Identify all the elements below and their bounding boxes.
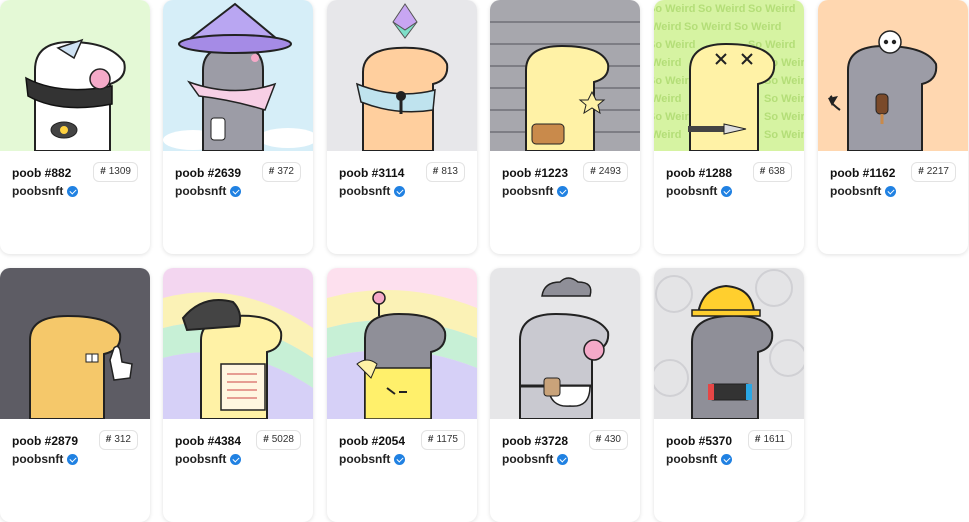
rarity-rank-badge: #5028 <box>256 430 301 450</box>
creator-link[interactable]: poobsnft <box>666 452 733 466</box>
rarity-rank-badge: #312 <box>98 430 138 450</box>
rarity-rank-badge: #638 <box>752 162 792 182</box>
nft-card[interactable]: poob #4384 #5028 poobsnft <box>163 268 313 522</box>
nft-image[interactable] <box>0 268 150 419</box>
nft-image[interactable] <box>818 0 968 151</box>
svg-text:So Weird: So Weird <box>654 39 695 51</box>
nft-image[interactable]: So Weird So Weird So Weird So Weird So W… <box>654 0 804 151</box>
nft-name: poob #1162 <box>830 166 896 180</box>
nft-name: poob #882 <box>12 166 72 180</box>
rarity-rank-badge: #1611 <box>747 430 792 450</box>
nft-card[interactable]: poob #2054 #1175 poobsnft <box>327 268 477 522</box>
nft-image[interactable] <box>327 268 477 419</box>
creator-link[interactable]: poobsnft <box>175 184 242 198</box>
verified-badge-icon <box>557 185 569 197</box>
nft-image[interactable] <box>490 268 640 419</box>
rarity-rank-badge: #1175 <box>420 430 465 450</box>
rarity-rank-badge: #372 <box>261 162 301 182</box>
verified-badge-icon <box>721 185 733 197</box>
nft-image[interactable] <box>654 268 804 419</box>
creator-link[interactable]: poobsnft <box>666 184 733 198</box>
nft-name: poob #1288 <box>666 166 733 180</box>
nft-name: poob #2879 <box>12 434 79 448</box>
verified-badge-icon <box>394 185 406 197</box>
nft-card[interactable]: poob #3728 #430 poobsnft <box>490 268 640 522</box>
rarity-rank-badge: #430 <box>588 430 628 450</box>
creator-link[interactable]: poobsnft <box>12 184 79 198</box>
verified-badge-icon <box>67 185 79 197</box>
nft-name: poob #3728 <box>502 434 569 448</box>
verified-badge-icon <box>230 453 242 465</box>
svg-text:So Weird: So Weird <box>654 21 681 33</box>
svg-text:So Weird: So Weird <box>684 21 731 33</box>
verified-badge-icon <box>885 185 897 197</box>
svg-text:So Weird: So Weird <box>734 21 781 33</box>
nft-card[interactable]: poob #3114 #813 poobsnft <box>327 0 477 254</box>
svg-text:So Weird: So Weird <box>764 129 804 141</box>
creator-link[interactable]: poobsnft <box>830 184 897 198</box>
nft-card[interactable]: poob #1162 #2217 poobsnft <box>818 0 968 254</box>
svg-text:So Weird: So Weird <box>764 93 804 105</box>
verified-badge-icon <box>721 453 733 465</box>
svg-text:So Weird: So Weird <box>654 129 681 141</box>
verified-badge-icon <box>394 453 406 465</box>
pattern-text: So Weird <box>654 3 695 15</box>
nft-card[interactable]: poob #1223 #2493 poobsnft <box>490 0 640 254</box>
creator-link[interactable]: poobsnft <box>339 452 406 466</box>
nft-card[interactable]: poob #5370 #1611 poobsnft <box>654 268 804 522</box>
svg-text:So Weird: So Weird <box>698 3 745 15</box>
nft-name: poob #1223 <box>502 166 569 180</box>
nft-image[interactable] <box>0 0 150 151</box>
creator-link[interactable]: poobsnft <box>502 452 569 466</box>
creator-link[interactable]: poobsnft <box>175 452 242 466</box>
rarity-rank-badge: #813 <box>425 162 465 182</box>
nft-name: poob #5370 <box>666 434 733 448</box>
verified-badge-icon <box>67 453 79 465</box>
creator-link[interactable]: poobsnft <box>339 184 406 198</box>
rarity-rank-badge: #2217 <box>911 162 956 182</box>
nft-image[interactable] <box>163 268 313 419</box>
svg-text:So Weird: So Weird <box>748 3 795 15</box>
nft-name: poob #2054 <box>339 434 406 448</box>
verified-badge-icon <box>230 185 242 197</box>
rarity-rank-badge: #2493 <box>583 162 628 182</box>
nft-image[interactable] <box>490 0 640 151</box>
rarity-rank-badge: #1309 <box>93 162 138 182</box>
creator-link[interactable]: poobsnft <box>502 184 569 198</box>
nft-card[interactable]: poob #2639 #372 poobsnft <box>163 0 313 254</box>
nft-card[interactable]: poob #882 #1309 poobsnft <box>0 0 150 254</box>
nft-name: poob #3114 <box>339 166 405 180</box>
svg-text:So Weird: So Weird <box>654 57 681 69</box>
nft-grid: poob #882 #1309 poobsnft poob #2639 #372… <box>0 0 969 522</box>
svg-text:So Weird: So Weird <box>764 111 804 123</box>
nft-card[interactable]: poob #2879 #312 poobsnft <box>0 268 150 522</box>
nft-name: poob #2639 <box>175 166 242 180</box>
nft-image[interactable] <box>163 0 313 151</box>
verified-badge-icon <box>557 453 569 465</box>
svg-text:So Weird: So Weird <box>654 93 681 105</box>
nft-image[interactable] <box>327 0 477 151</box>
nft-card[interactable]: So Weird So Weird So Weird So Weird So W… <box>654 0 804 254</box>
creator-link[interactable]: poobsnft <box>12 452 79 466</box>
nft-name: poob #4384 <box>175 434 242 448</box>
